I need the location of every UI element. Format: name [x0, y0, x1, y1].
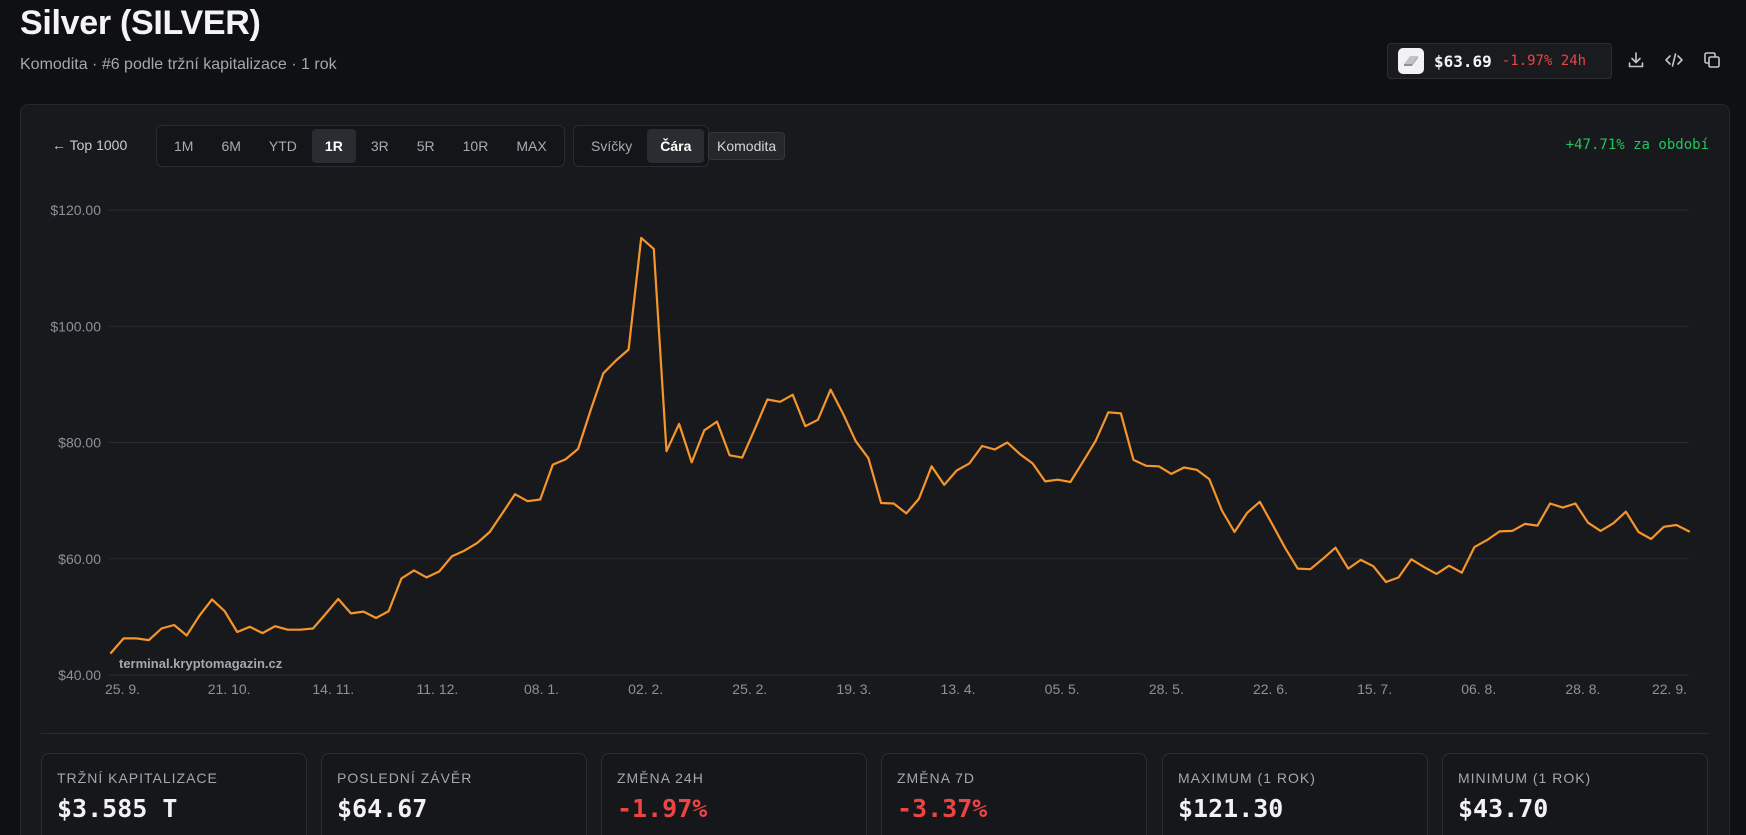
x-tick-label: 22. 6.	[1253, 681, 1288, 697]
y-tick-label: $120.00	[50, 202, 101, 218]
x-tick-label: 13. 4.	[941, 681, 976, 697]
x-tick-label: 02. 2.	[628, 681, 663, 697]
stat-value: -3.37%	[897, 794, 988, 823]
x-tick-label: 28. 8.	[1565, 681, 1600, 697]
y-tick-label: $40.00	[58, 667, 101, 683]
current-price: $63.69	[1434, 51, 1492, 71]
x-tick-label: 25. 9.	[105, 681, 140, 697]
stat-value: $121.30	[1178, 794, 1284, 823]
stat-card-min-1y: Minimum (1 rok) $43.70	[1442, 753, 1708, 835]
y-tick-label: $60.00	[58, 551, 101, 567]
chart-watermark: terminal.kryptomagazin.cz	[119, 656, 283, 671]
x-tick-label: 28. 5.	[1149, 681, 1184, 697]
x-tick-label: 22. 9.	[1652, 681, 1687, 697]
stat-card-change-7d: Změna 7D -3.37%	[881, 753, 1147, 835]
stat-value: $3.585 T	[57, 794, 178, 823]
x-tick-label: 19. 3.	[836, 681, 871, 697]
x-tick-label: 21. 10.	[208, 681, 251, 697]
stat-card-change-24h: Změna 24h -1.97%	[601, 753, 867, 835]
stat-card-market-cap: Tržní kapitalizace $3.585 T	[41, 753, 307, 835]
stat-label: Maximum (1 rok)	[1178, 770, 1316, 786]
price-change-24h: -1.97% 24h	[1501, 53, 1587, 69]
x-tick-label: 15. 7.	[1357, 681, 1392, 697]
stat-label: Poslední závěr	[337, 770, 473, 786]
stat-value: $43.70	[1458, 794, 1549, 823]
stat-value: -1.97%	[617, 794, 708, 823]
stat-card-max-1y: Maximum (1 rok) $121.30	[1162, 753, 1428, 835]
x-tick-label: 11. 12.	[417, 681, 459, 697]
page-title: Silver (SILVER)	[20, 4, 261, 42]
stat-label: Minimum (1 rok)	[1458, 770, 1592, 786]
silver-bar-icon	[1398, 48, 1424, 74]
stat-label: Tržní kapitalizace	[57, 770, 218, 786]
x-tick-label: 14. 11.	[312, 681, 354, 697]
stat-label: Změna 24h	[617, 770, 704, 786]
price-chip: $63.69 -1.97% 24h	[1387, 43, 1612, 79]
code-icon[interactable]	[1662, 48, 1686, 72]
y-tick-label: $80.00	[58, 435, 101, 451]
divider	[41, 733, 1709, 734]
x-tick-label: 06. 8.	[1461, 681, 1496, 697]
copy-icon[interactable]	[1700, 48, 1724, 72]
price-chart[interactable]: $40.00 $60.00 $80.00 $100.00 $120.00 25. 9. 21…	[21, 105, 1731, 745]
chart-panel: ← Top 1000 1M 6M YTD 1R 3R 5R 10R MAX Sv…	[20, 104, 1730, 835]
page-subtitle: Komodita · #6 podle tržní kapitalizace ·…	[20, 56, 337, 73]
x-tick-label: 25. 2.	[732, 681, 767, 697]
download-icon[interactable]	[1624, 48, 1648, 72]
stat-value: $64.67	[337, 794, 428, 823]
price-line	[109, 236, 1691, 654]
x-tick-label: 08. 1.	[524, 681, 559, 697]
y-tick-label: $100.00	[50, 318, 101, 334]
stat-label: Změna 7D	[897, 770, 976, 786]
stat-card-last-close: Poslední závěr $64.67	[321, 753, 587, 835]
x-tick-label: 05. 5.	[1045, 681, 1080, 697]
